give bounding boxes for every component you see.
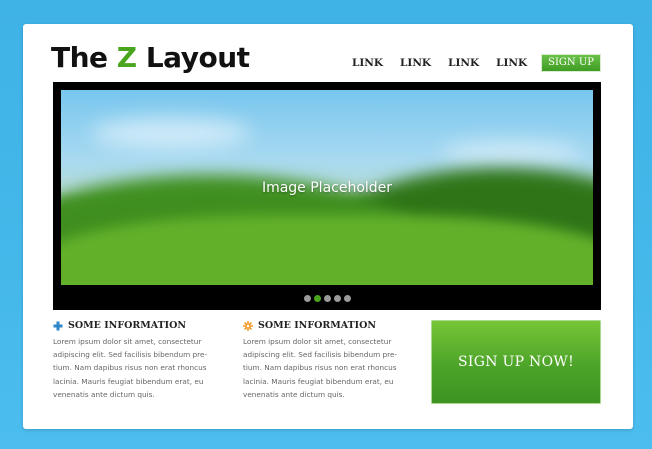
slider-dots: [53, 295, 601, 302]
slider-dot-2[interactable]: [313, 295, 321, 302]
logo-prefix: The: [51, 41, 117, 74]
info-title-1: SOME INFORMATION: [53, 320, 213, 331]
info-title-2: SOME INFORMATION: [243, 320, 403, 331]
info-block-1: SOME INFORMATION Lorem ipsum dolor sit a…: [53, 320, 213, 401]
info-body-2: Lorem ipsum dolor sit amet, consectetur …: [243, 337, 398, 399]
info-title-text-2: SOME INFORMATION: [258, 320, 377, 331]
ground-shape: [61, 215, 593, 285]
slide-image: Image Placeholder: [61, 90, 593, 285]
logo-accent: Z: [116, 41, 137, 74]
gear-icon: [243, 320, 253, 331]
cloud-shape: [91, 118, 251, 148]
nav-link-3[interactable]: LINK: [448, 54, 479, 72]
nav-signup-button[interactable]: SIGN UP: [541, 54, 601, 72]
plus-icon: [53, 321, 63, 330]
page-card: The Z Layout LINK LINK LINK LINK SIGN UP…: [23, 24, 633, 429]
slider-dot-1[interactable]: [303, 295, 311, 302]
slider-dot-3[interactable]: [323, 295, 331, 302]
info-title-text-1: SOME INFORMATION: [68, 320, 187, 331]
image-slider: Image Placeholder: [53, 82, 601, 310]
logo-suffix: Layout: [136, 41, 250, 74]
site-logo[interactable]: The Z Layout: [51, 38, 250, 78]
top-nav: LINK LINK LINK LINK SIGN UP: [335, 54, 601, 72]
cloud-shape: [441, 140, 581, 166]
info-block-2: SOME INFORMATION Lorem ipsum dolor sit a…: [243, 320, 403, 401]
nav-link-1[interactable]: LINK: [352, 54, 383, 72]
info-body-1: Lorem ipsum dolor sit amet, consectetur …: [53, 337, 208, 399]
slide-caption: Image Placeholder: [261, 180, 393, 196]
slider-dot-5[interactable]: [343, 295, 351, 302]
slider-dot-4[interactable]: [333, 295, 341, 302]
signup-now-button[interactable]: SIGN UP NOW!: [431, 320, 601, 404]
nav-link-2[interactable]: LINK: [400, 54, 431, 72]
nav-link-4[interactable]: LINK: [496, 54, 527, 72]
